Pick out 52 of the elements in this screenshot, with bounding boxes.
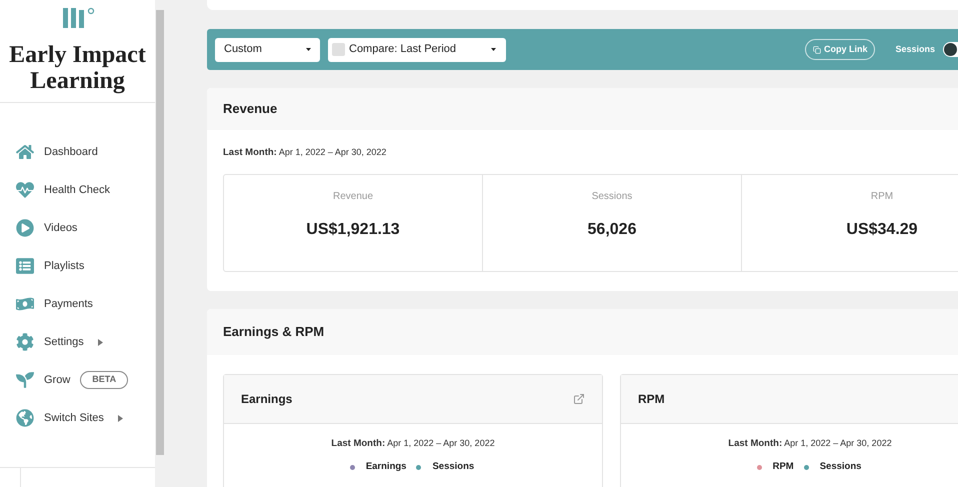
nav-label: Switch Sites [44,410,104,426]
nav-item[interactable]: Health Check [0,171,155,209]
range-dropdown[interactable]: Custom [215,38,320,62]
metric-label: Revenue [332,190,374,204]
settings-icon [16,333,34,351]
period-text: Last Month: Apr 1, 2022 – Apr 30, 2022 [728,437,892,451]
nav-label: Payments [44,296,93,312]
nav-label: Videos [44,220,78,236]
external-link-icon[interactable] [573,393,585,405]
nav-item[interactable]: Videos [0,209,155,247]
metric-value: US$1,921.13 [305,220,401,240]
nav-label: Grow [44,372,70,388]
nav-item[interactable]: Playlists [0,247,155,285]
play-icon [16,219,34,237]
section-title: Earnings & RPM [223,323,324,342]
period-text: Last Month: Apr 1, 2022 – Apr 30, 2022 [222,146,388,160]
brand-title: Early Impact Learning [8,42,147,94]
sprout-icon [16,371,34,389]
section-title: Revenue [223,100,278,118]
nav-item[interactable]: Dashboard [0,133,155,171]
logo-icon [60,6,94,30]
home-icon [16,143,34,161]
legend-label: Sessions [820,460,862,474]
list-icon [16,257,34,275]
metric-value: US$34.29 [845,220,919,240]
globe-icon [16,409,34,427]
legend-label: RPM [772,460,794,474]
metric-label: Sessions [592,190,632,204]
metric-value: 56,026 [586,220,638,240]
chart-title: RPM [638,391,665,408]
metric-label: RPM [870,190,894,204]
nav-label: Dashboard [44,144,98,160]
legend-label: Earnings [366,460,406,474]
nav-item[interactable]: Payments [0,285,155,323]
nav-item[interactable]: Switch Sites [0,399,155,437]
nav-item[interactable]: Grow BETA [0,361,155,399]
sessions-label: Sessions [895,42,935,56]
money-icon [16,295,34,313]
nav-item[interactable]: Settings [0,323,155,361]
copy-icon [812,46,821,54]
heartbeat-icon [16,181,34,199]
beta-badge: BETA [80,371,128,389]
nav-label: Settings [44,334,84,350]
chart-title: Earnings [241,391,292,408]
nav-label: Playlists [44,258,84,274]
caret-icon [491,48,496,51]
nav-label: Health Check [44,182,110,198]
period-text: Last Month: Apr 1, 2022 – Apr 30, 2022 [331,437,495,451]
legend-label: Sessions [432,460,474,474]
caret-icon [306,48,311,51]
compare-dropdown[interactable]: Compare: Last Period [328,38,506,62]
compare-checkbox[interactable] [332,43,345,56]
